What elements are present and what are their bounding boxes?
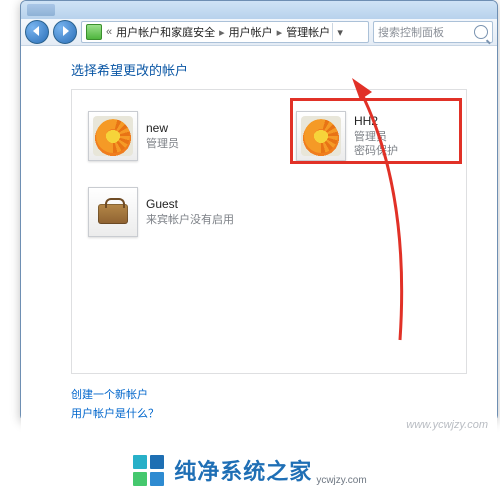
account-tile-guest[interactable]: Guest 来宾帐户没有启用 bbox=[84, 180, 260, 244]
brand-url: ycwjzy.com bbox=[316, 475, 366, 486]
accounts-panel: new 管理员 HH2 管理员 密码保护 Gue bbox=[71, 89, 467, 374]
create-account-link[interactable]: 创建一个新帐户 bbox=[71, 386, 481, 402]
what-is-account-link[interactable]: 用户帐户是什么？ bbox=[71, 405, 481, 421]
breadcrumb-seg-2[interactable]: 用户帐户 bbox=[229, 24, 273, 40]
account-name: HH2 bbox=[354, 114, 398, 130]
account-role: 管理员 bbox=[146, 137, 179, 151]
account-tile-hh2[interactable]: HH2 管理员 密码保护 bbox=[292, 104, 454, 168]
breadcrumb-chevron-icon: ▸ bbox=[275, 26, 285, 39]
breadcrumb-chevron: « bbox=[104, 26, 114, 38]
search-box[interactable]: 搜索控制面板 bbox=[373, 21, 493, 43]
navigation-toolbar: « 用户帐户和家庭安全 ▸ 用户帐户 ▸ 管理帐户 ▾ 搜索控制面板 bbox=[21, 19, 497, 46]
forward-button[interactable] bbox=[53, 20, 77, 44]
back-button[interactable] bbox=[25, 20, 49, 44]
search-icon bbox=[474, 25, 488, 39]
breadcrumb-chevron-icon: ▸ bbox=[217, 26, 227, 39]
breadcrumb-seg-1[interactable]: 用户帐户和家庭安全 bbox=[116, 24, 215, 40]
control-panel-window: « 用户帐户和家庭安全 ▸ 用户帐户 ▸ 管理帐户 ▾ 搜索控制面板 选择希望更… bbox=[20, 0, 498, 421]
account-extra: 密码保护 bbox=[354, 144, 398, 158]
window-icon bbox=[27, 4, 55, 16]
search-placeholder: 搜索控制面板 bbox=[378, 24, 444, 40]
content-area: 选择希望更改的帐户 new 管理员 HH2 管理员 密码保护 bbox=[21, 46, 497, 501]
breadcrumb-seg-3[interactable]: 管理帐户 bbox=[286, 24, 330, 40]
address-breadcrumb[interactable]: « 用户帐户和家庭安全 ▸ 用户帐户 ▸ 管理帐户 ▾ bbox=[81, 21, 369, 43]
account-name: Guest bbox=[146, 197, 234, 213]
brand-footer: 纯净系统之家 ycwjzy.com bbox=[0, 439, 500, 501]
window-titlebar[interactable] bbox=[21, 1, 497, 19]
account-tile-new[interactable]: new 管理员 bbox=[84, 104, 246, 168]
page-heading: 选择希望更改的帐户 bbox=[71, 60, 481, 79]
avatar-flower-icon bbox=[296, 111, 346, 161]
breadcrumb-dropdown-icon[interactable]: ▾ bbox=[332, 23, 347, 41]
control-panel-icon bbox=[86, 24, 102, 40]
avatar-flower-icon bbox=[88, 111, 138, 161]
account-role: 来宾帐户没有启用 bbox=[146, 213, 234, 227]
account-role: 管理员 bbox=[354, 130, 398, 144]
brand-name: 纯净系统之家 bbox=[174, 454, 312, 486]
account-name: new bbox=[146, 121, 179, 137]
avatar-suitcase-icon bbox=[88, 187, 138, 237]
brand-logo-icon bbox=[133, 455, 164, 486]
link-group: 创建一个新帐户 用户帐户是什么？ bbox=[71, 386, 481, 421]
